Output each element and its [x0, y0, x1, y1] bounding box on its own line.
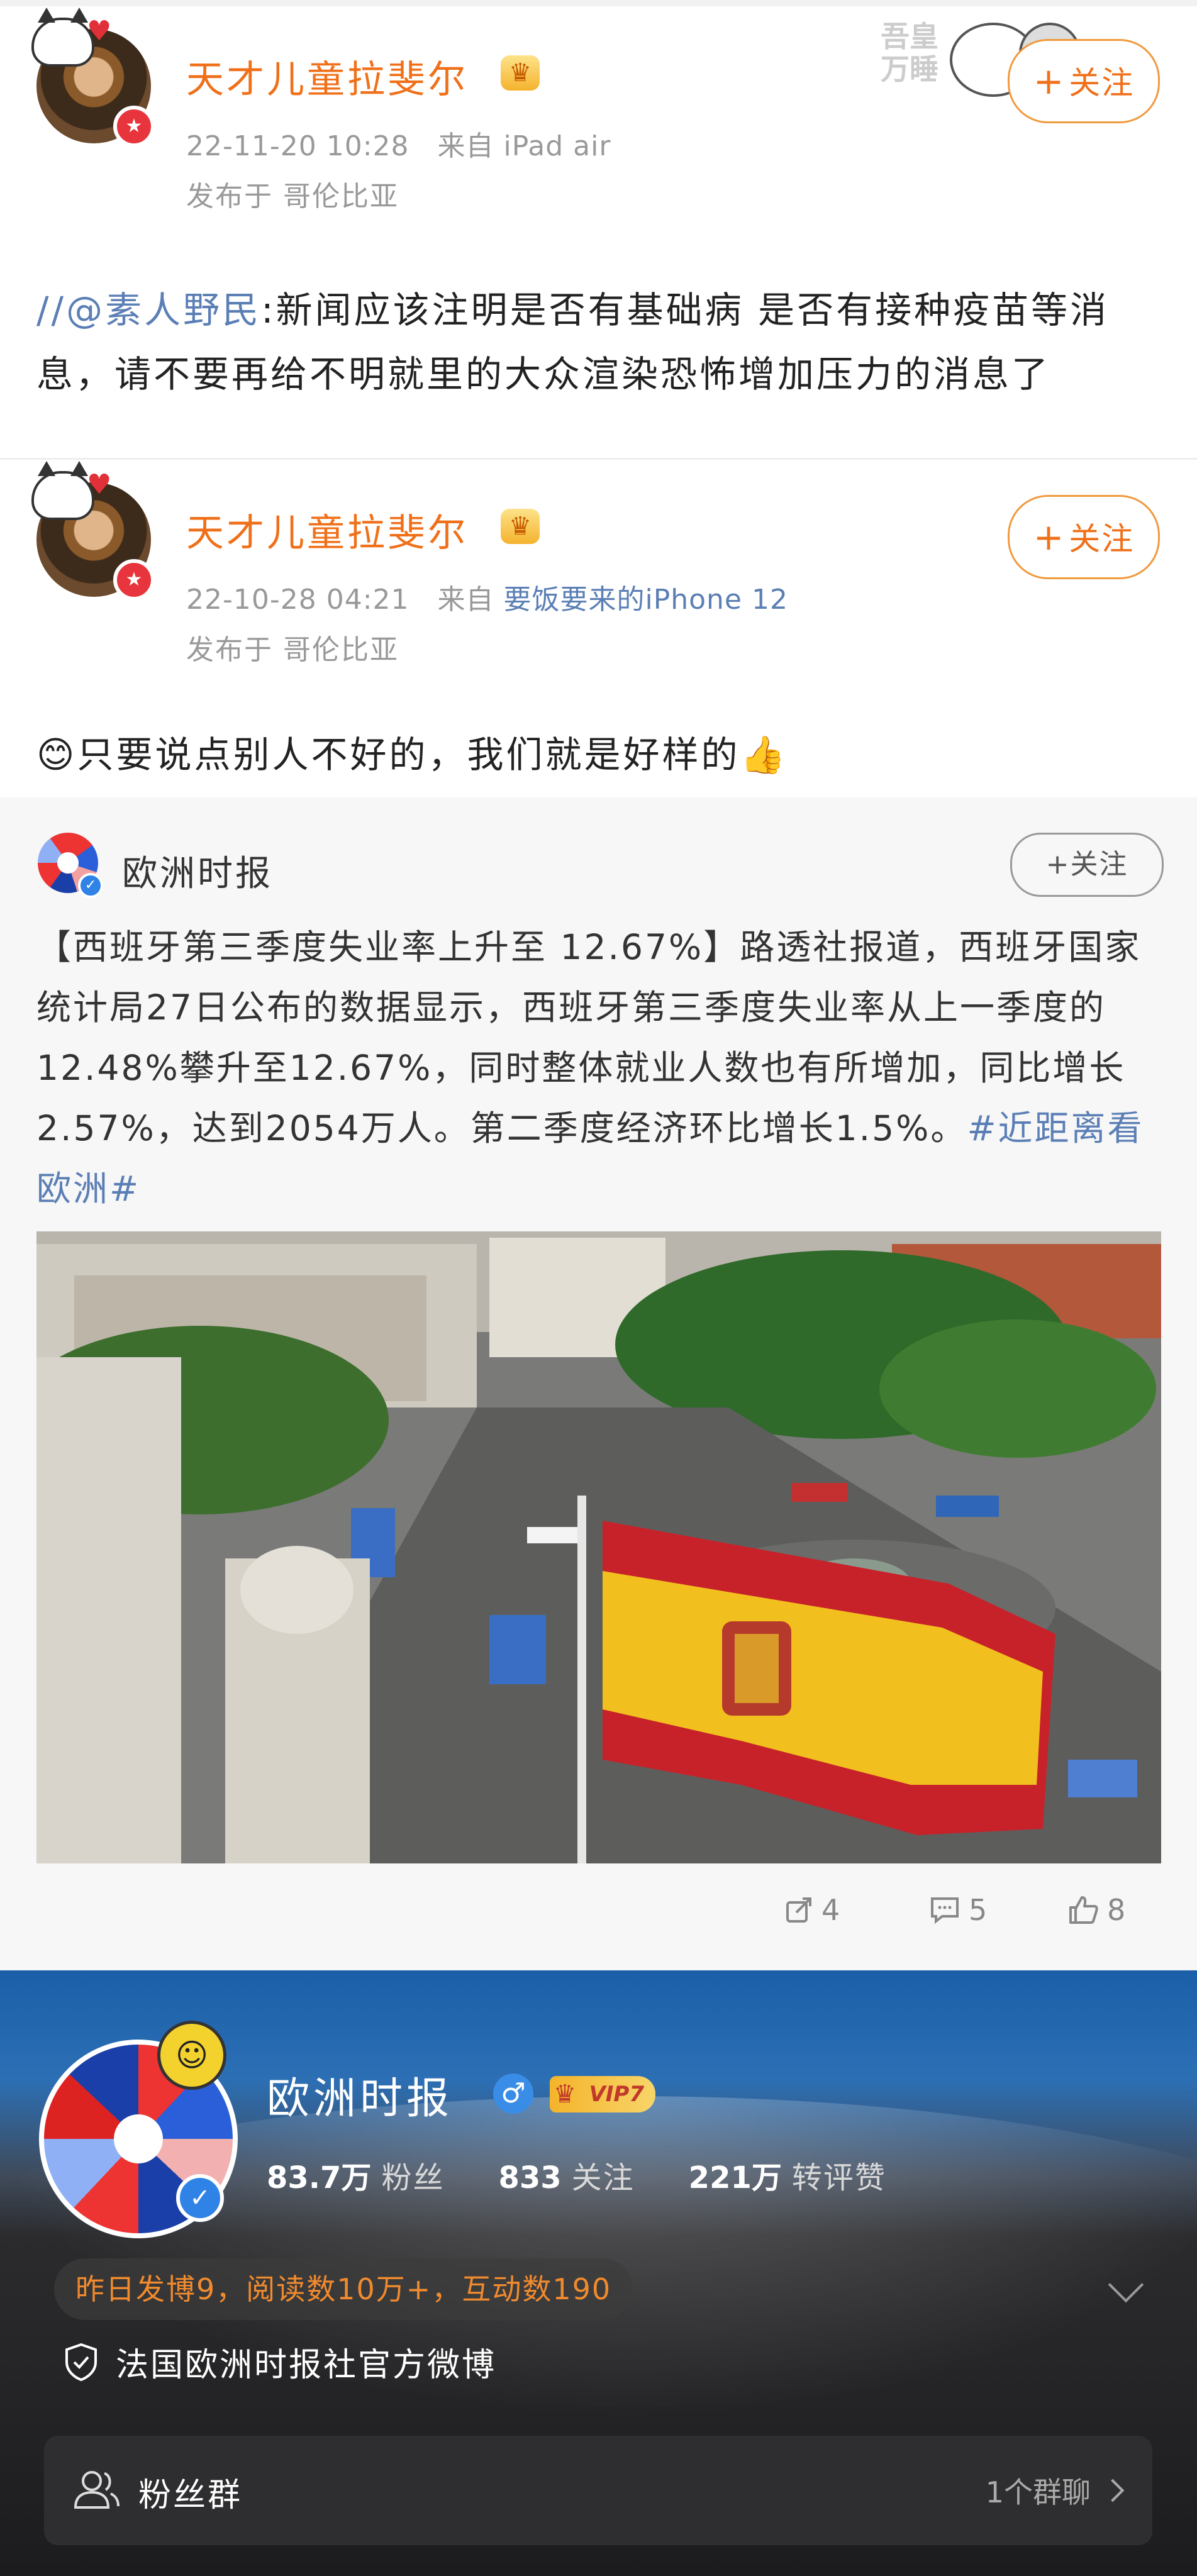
interactions-count: 221万 — [688, 2160, 782, 2196]
post-source: iPad air — [503, 130, 611, 162]
comment-button[interactable]: 5 — [928, 1893, 987, 1927]
vip-level: VIP7 — [589, 2082, 644, 2107]
share-count: 4 — [821, 1893, 840, 1927]
following-label[interactable]: 关注 — [572, 2160, 635, 2196]
heart-icon: ♥ — [87, 469, 112, 501]
fans-count[interactable]: 83.7万 — [267, 2160, 371, 2196]
repost-card[interactable]: ✓ 欧洲时报 +关注 【西班牙第三季度失业率上升至 12.67%】路透社报道，西… — [0, 797, 1197, 1970]
like-button[interactable]: 8 — [1067, 1893, 1125, 1927]
madrid-square-photo — [36, 1231, 1161, 1863]
user-avatar[interactable]: ♥ ★ — [31, 461, 155, 601]
fans-label[interactable]: 粉丝 — [381, 2160, 444, 2196]
profile-name: 欧洲时报 — [267, 2074, 454, 2124]
male-gender-icon: ♂ — [493, 2074, 533, 2114]
repost-author[interactable]: 欧洲时报 — [122, 845, 273, 896]
post-meta: 22-10-28 04:21 来自 要饭要来的iPhone 12 — [186, 577, 788, 617]
avatar-decoration-icon: ☺ — [157, 2021, 226, 2090]
follow-label: 关注 — [1069, 521, 1135, 557]
fan-group-count-text: 1个群聊 — [985, 2475, 1091, 2509]
crown-icon: ♛ — [501, 509, 540, 544]
post-time: 22-11-20 10:28 — [186, 130, 409, 162]
profile-stats: 83.7万 粉丝 833 关注 221万 转评赞 — [267, 2153, 940, 2197]
post-text: //@素人野民:新闻应该注明是否有基础病 是否有接种疫苗等消息，请不要再给不明就… — [36, 278, 1162, 406]
thumbs-up-icon — [1069, 1896, 1098, 1924]
post-text: 😊只要说点别人不好的，我们就是好样的👍 — [36, 723, 1162, 787]
like-count: 8 — [1107, 1893, 1126, 1927]
user-badge-icon: ★ — [113, 559, 155, 601]
crown-icon: ♛ — [501, 55, 540, 91]
cat-ear-decoration-icon — [31, 461, 94, 520]
chevron-right-icon — [1101, 2479, 1125, 2502]
post-meta: 22-11-20 10:28 来自 iPad air — [186, 123, 611, 164]
repost-follow-button[interactable]: +关注 — [1010, 833, 1164, 897]
follow-label: 关注 — [1069, 65, 1135, 101]
following-count[interactable]: 833 — [498, 2160, 561, 2196]
fan-group-label: 粉丝群 — [138, 2477, 243, 2514]
vip-badge[interactable]: ♛ VIP7 — [550, 2076, 655, 2112]
post-card-2: ♥ ★ 天才儿童拉斐尔 ♛ 22-10-28 04:21 来自 要饭要来的iPh… — [0, 460, 1197, 797]
follow-button[interactable]: + 关注 — [1008, 495, 1160, 579]
repost-text: 【西班牙第三季度失业率上升至 12.67%】路透社报道，西班牙国家统计局27日公… — [36, 917, 1162, 1219]
plus-icon: + — [1045, 848, 1071, 880]
fan-group-bar[interactable]: 粉丝群 1个群聊 — [44, 2436, 1152, 2545]
post-body: 只要说点别人不好的，我们就是好样的 — [77, 733, 740, 776]
user-badge-icon: ★ — [113, 106, 155, 147]
action-bar: 4 5 8 — [0, 1893, 1197, 1937]
top-separator — [0, 0, 1197, 6]
verified-badge-icon: ✓ — [176, 2174, 224, 2222]
mention-link[interactable]: //@素人野民 — [36, 289, 261, 331]
fan-group-icon — [74, 2471, 120, 2509]
verified-text: 法国欧洲时报社官方微博 — [116, 2346, 497, 2384]
source-prefix: 来自 — [437, 130, 494, 162]
plus-icon: + — [1033, 516, 1066, 558]
post-source-link[interactable]: 要饭要来的iPhone 12 — [503, 584, 788, 616]
vip-crown-icon: ♛ — [554, 2080, 576, 2109]
post-card-1: ♥ ★ 天才儿童拉斐尔 ♛ 22-11-20 10:28 来自 iPad air… — [0, 6, 1197, 458]
follow-label: 关注 — [1070, 848, 1128, 880]
post-time: 22-10-28 04:21 — [186, 584, 409, 616]
comment-count: 5 — [969, 1893, 988, 1927]
heart-icon: ♥ — [87, 15, 112, 47]
share-icon — [786, 1897, 811, 1923]
source-prefix: 来自 — [437, 584, 494, 616]
cat-ear-decoration-icon — [31, 8, 94, 67]
plus-icon: + — [1033, 60, 1066, 103]
smile-emoji-icon: 😊 — [36, 733, 77, 776]
user-avatar[interactable]: ♥ ★ — [31, 8, 155, 147]
share-button[interactable]: 4 — [784, 1893, 840, 1927]
profile-header: ☺ ✓ 欧洲时报 ♂ ♛ VIP7 83.7万 粉丝 833 关注 221万 转评赞 昨日发… — [0, 1970, 1197, 2576]
thumbs-up-emoji-icon: 👍 — [740, 733, 788, 776]
post-location: 发布于 哥伦比亚 — [186, 180, 399, 213]
shield-icon — [65, 2343, 97, 2381]
username[interactable]: 天才儿童拉斐尔 — [186, 502, 468, 557]
interactions-label: 转评赞 — [791, 2160, 886, 2196]
verified-badge-icon: ✓ — [78, 873, 103, 898]
activity-summary[interactable]: 昨日发博9，阅读数10万+，互动数190 — [54, 2258, 633, 2320]
comment-icon — [931, 1897, 959, 1924]
verified-info: 法国欧洲时报社官方微博 — [63, 2338, 496, 2385]
post-photo[interactable] — [36, 1231, 1161, 1863]
fan-group-count: 1个群聊 — [985, 2470, 1125, 2511]
follow-button[interactable]: + 关注 — [1008, 39, 1160, 123]
post-location: 发布于 哥伦比亚 — [186, 634, 399, 666]
username[interactable]: 天才儿童拉斐尔 — [186, 49, 468, 104]
